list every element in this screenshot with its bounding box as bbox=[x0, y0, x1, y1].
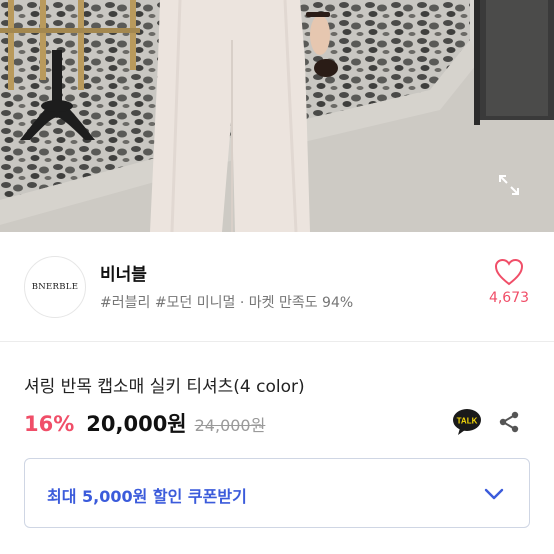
store-info: BNERBLE 비너블 #러블리 #모던 미니멀 · 마켓 만족도 94% 4,… bbox=[0, 232, 554, 342]
expand-image-button[interactable] bbox=[498, 174, 530, 206]
share-icon bbox=[499, 411, 519, 433]
coupon-button[interactable]: 최대 5,000원 할인 쿠폰받기 bbox=[24, 458, 530, 528]
like-button[interactable]: 4,673 bbox=[474, 258, 544, 318]
kakao-talk-button[interactable]: TALK bbox=[452, 408, 482, 436]
coupon-label: 최대 5,000원 할인 쿠폰받기 bbox=[47, 487, 247, 506]
store-name[interactable]: 비너블 bbox=[100, 260, 147, 285]
like-count: 4,673 bbox=[488, 290, 530, 306]
chevron-down-icon bbox=[484, 488, 504, 500]
original-price: 24,000원 bbox=[194, 416, 266, 435]
discount-rate: 16% bbox=[24, 412, 75, 436]
share-button[interactable] bbox=[496, 408, 522, 436]
heart-outline-icon bbox=[494, 258, 524, 286]
product-photo-illustration bbox=[0, 0, 554, 232]
product-title: 셔링 반목 캡소매 실키 티셔츠(4 color) bbox=[24, 377, 305, 397]
price-row: 16% 20,000원 24,000원 bbox=[24, 408, 265, 438]
talk-label: TALK bbox=[457, 417, 478, 426]
store-tags: #러블리 #모던 미니멀 · 마켓 만족도 94% bbox=[100, 295, 354, 311]
store-logo-text: BNERBLE bbox=[31, 282, 79, 292]
expand-icon bbox=[499, 175, 519, 195]
talk-icon: TALK bbox=[453, 409, 481, 435]
bottom-spacer bbox=[0, 544, 554, 554]
sale-price: 20,000원 bbox=[86, 412, 187, 436]
product-photo[interactable] bbox=[0, 0, 554, 232]
store-logo[interactable]: BNERBLE bbox=[24, 256, 86, 318]
